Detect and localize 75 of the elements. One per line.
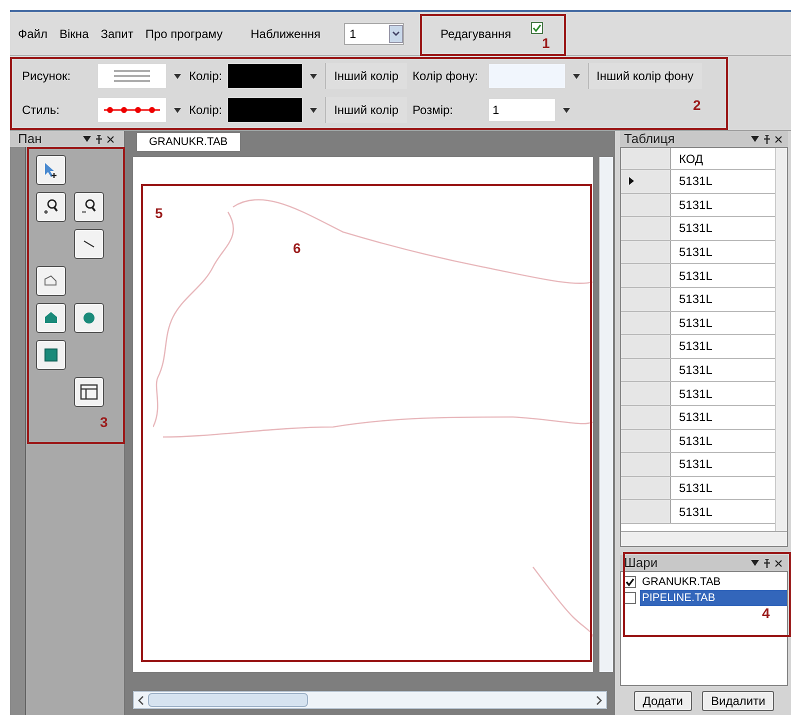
menu-item[interactable]: Вікна [60, 24, 89, 42]
toolbar-button[interactable]: Інший колір [325, 63, 407, 89]
panel-button[interactable]: Додати [634, 690, 692, 710]
toolbar-button[interactable]: Інший колір фону [588, 63, 702, 89]
close-icon[interactable] [775, 136, 782, 142]
dropdown-caret-icon[interactable] [310, 108, 318, 112]
background-color-swatch[interactable] [488, 64, 565, 88]
scroll-right-icon[interactable] [596, 696, 602, 704]
table-horizontal-scrollbar[interactable] [621, 531, 787, 546]
pattern-picker[interactable] [98, 64, 166, 88]
dotted-line-style-icon [102, 104, 162, 116]
panel-menu-icon[interactable] [83, 136, 91, 142]
table-vertical-scrollbar[interactable] [775, 148, 787, 531]
toolbar-button[interactable]: Інший колір [325, 97, 407, 123]
annotation-number: 5 [155, 204, 163, 223]
current-row-icon [629, 177, 634, 186]
panel-button[interactable]: Видалити [702, 690, 774, 710]
layer-item[interactable]: GRANUKR.TAB [640, 574, 787, 590]
table-panel-title: Таблиця [624, 130, 675, 148]
panel-menu-icon[interactable] [751, 136, 759, 142]
layers-panel-title: Шари [624, 554, 658, 572]
tools-panel-title: Пан [18, 130, 42, 148]
toolbar-label: Колір: [189, 68, 222, 85]
annotation-number: 3 [100, 413, 108, 432]
pin-icon[interactable] [763, 134, 771, 144]
toolbar-label: Рисунок: [22, 68, 72, 85]
annotation-number: 6 [293, 239, 301, 258]
panel-menu-icon[interactable] [751, 560, 759, 566]
scroll-left-icon[interactable] [138, 696, 144, 704]
dropdown-caret-icon[interactable] [310, 74, 318, 78]
toolbar-label: Колір фону: [412, 68, 480, 85]
color-swatch[interactable] [228, 64, 302, 88]
editing-checkbox[interactable] [531, 22, 544, 34]
toolbar-label: Розмір: [412, 102, 454, 119]
zoom-in-tool-button[interactable] [36, 192, 66, 222]
size-field[interactable]: 1 [488, 99, 555, 121]
column-header[interactable]: КОД [671, 148, 775, 169]
zoom-label: Наближення [250, 26, 320, 42]
layer-checkbox[interactable] [624, 576, 636, 588]
square-tool-button[interactable] [36, 340, 66, 370]
horizontal-scrollbar[interactable] [133, 691, 607, 709]
pin-icon[interactable] [763, 558, 771, 568]
vertical-scrollbar[interactable] [599, 157, 613, 672]
toolbar-label: Колір: [189, 102, 222, 119]
dropdown-caret-icon[interactable] [562, 108, 570, 112]
polyline-tool-button[interactable] [36, 266, 66, 296]
layer-checkbox[interactable] [624, 592, 636, 604]
zoom-dropdown[interactable]: 1 [344, 22, 404, 44]
close-icon[interactable] [775, 560, 782, 566]
color-swatch[interactable] [228, 98, 302, 122]
close-icon[interactable] [107, 136, 114, 142]
menu-item[interactable]: Запит [100, 24, 134, 42]
table-tool-button[interactable] [74, 377, 104, 407]
polygon-tool-button[interactable] [36, 303, 66, 333]
dropdown-caret-icon[interactable] [572, 74, 580, 78]
dropdown-caret-icon[interactable] [174, 108, 181, 112]
menu-item[interactable]: Про програму [145, 24, 223, 42]
dropdown-caret-icon[interactable] [174, 74, 181, 78]
document-tab[interactable]: GRANUKR.TAB [137, 133, 240, 151]
annotation-number: 1 [542, 34, 550, 53]
line-tool-button[interactable] [74, 229, 104, 259]
editing-label: Редагування [440, 26, 512, 42]
line-style-picker[interactable] [98, 98, 166, 122]
scrollbar-thumb[interactable] [148, 693, 308, 707]
pin-icon[interactable] [95, 134, 103, 144]
corner-header-cell[interactable] [621, 148, 671, 169]
annotation-number: 2 [693, 96, 701, 115]
circle-tool-button[interactable] [74, 303, 104, 333]
zoom-out-tool-button[interactable] [74, 192, 104, 222]
select-tool-button[interactable] [36, 155, 66, 185]
menu-item[interactable]: Файл [18, 24, 48, 42]
table-icon [79, 382, 99, 402]
toolbar-label: Стиль: [22, 102, 60, 119]
annotation-number: 4 [762, 604, 770, 623]
layer-item[interactable]: PIPELINE.TAB [640, 590, 787, 606]
